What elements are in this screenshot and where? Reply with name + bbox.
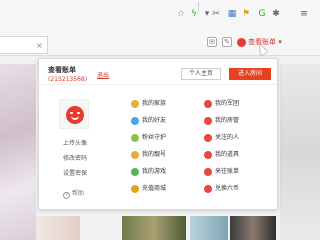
browser-toolbar: ☆ ϟ ▾ ✂ ▦ ⚑ G ✱ ≡ — [0, 8, 320, 24]
logout-link[interactable]: 退出 — [97, 72, 109, 80]
edit-icon[interactable]: ✎ — [222, 37, 232, 47]
menu-item-label: 我的游戏 — [142, 168, 167, 175]
menu-item-icon — [204, 100, 212, 108]
account-dropdown-panel: 查看账单 (215213568) 退出 个人主页 进入房间 上传头像 修改密码 … — [38, 58, 278, 210]
toolbar-divider — [198, 2, 199, 12]
background-image-left — [0, 64, 36, 240]
puzzle-icon[interactable]: ✱ — [270, 8, 282, 20]
background-image-right — [280, 64, 320, 240]
menu-item-icon — [204, 168, 212, 176]
screen: ☆ ϟ ▾ ✂ ▦ ⚑ G ✱ ≡ × ✉ ✎ 查看账单 ▾ 查看账单 (215213568) … — [0, 0, 320, 240]
panel-title: 查看账单 — [48, 66, 76, 74]
menu-item-label: 我的家族 — [142, 100, 167, 107]
video-thumbnail[interactable] — [230, 216, 276, 240]
menu-item-icon — [131, 100, 139, 108]
change-password-link[interactable]: 修改密码 — [63, 155, 87, 163]
menu-item-label: 我的军团 — [215, 100, 240, 107]
menu-item-label: 关注的人 — [215, 134, 240, 141]
menu-item-label: 充值商城 — [142, 185, 167, 192]
help-link[interactable]: ? 帮助 — [63, 190, 84, 199]
menu-icon[interactable]: ≡ — [298, 8, 310, 20]
scissors-icon[interactable]: ✂ — [210, 8, 222, 20]
security-question-link[interactable]: 设置密保 — [63, 170, 87, 178]
mail-icon[interactable]: ✉ — [207, 37, 217, 47]
help-icon: ? — [63, 192, 70, 199]
upload-avatar-link[interactable]: 上传头像 — [63, 140, 87, 148]
menu-item-icon — [131, 168, 139, 176]
menu-item-icon — [131, 151, 139, 159]
menu-item-label: 兑换六币 — [215, 185, 240, 192]
menu-item-label: 来往账单 — [215, 168, 240, 175]
menu-item-label: 我的靓号 — [142, 151, 167, 158]
menu-item-icon — [204, 134, 212, 142]
video-thumbnail[interactable] — [36, 216, 80, 240]
menu-item-icon — [131, 185, 139, 193]
browser-chrome: ☆ ϟ ▾ ✂ ▦ ⚑ G ✱ ≡ × — [0, 0, 320, 56]
help-label: 帮助 — [72, 190, 85, 197]
panel-header: 查看账单 (215213568) 退出 个人主页 进入房间 — [39, 59, 277, 85]
profile-button[interactable]: 个人主页 — [181, 68, 221, 80]
menu-item-label: 我的道具 — [215, 151, 240, 158]
close-icon[interactable]: × — [36, 41, 43, 50]
grid-icon[interactable]: ▦ — [226, 8, 238, 20]
menu-item-label: 我的房管 — [215, 117, 240, 124]
g-icon[interactable]: G — [256, 8, 268, 20]
video-thumbnail[interactable] — [122, 216, 186, 240]
star-icon[interactable]: ☆ — [175, 8, 187, 20]
user-id: (215213568) — [48, 76, 88, 83]
face-icon — [66, 106, 84, 124]
menu-item-label: 我的好友 — [142, 117, 167, 124]
menu-item-icon — [204, 185, 212, 193]
menu-item-icon — [131, 134, 139, 142]
menu-item-icon — [204, 151, 212, 159]
enter-room-button[interactable]: 进入房间 — [229, 68, 271, 80]
chevron-down-icon: ▾ — [278, 38, 282, 46]
avatar-badge-icon — [237, 38, 246, 47]
menu-item-icon — [131, 117, 139, 125]
flag-icon[interactable]: ⚑ — [240, 8, 252, 20]
menu-item-icon — [204, 117, 212, 125]
menu-item-label: 粉丝守护 — [142, 134, 167, 141]
avatar[interactable] — [59, 99, 89, 129]
video-thumbnail[interactable] — [190, 216, 228, 240]
